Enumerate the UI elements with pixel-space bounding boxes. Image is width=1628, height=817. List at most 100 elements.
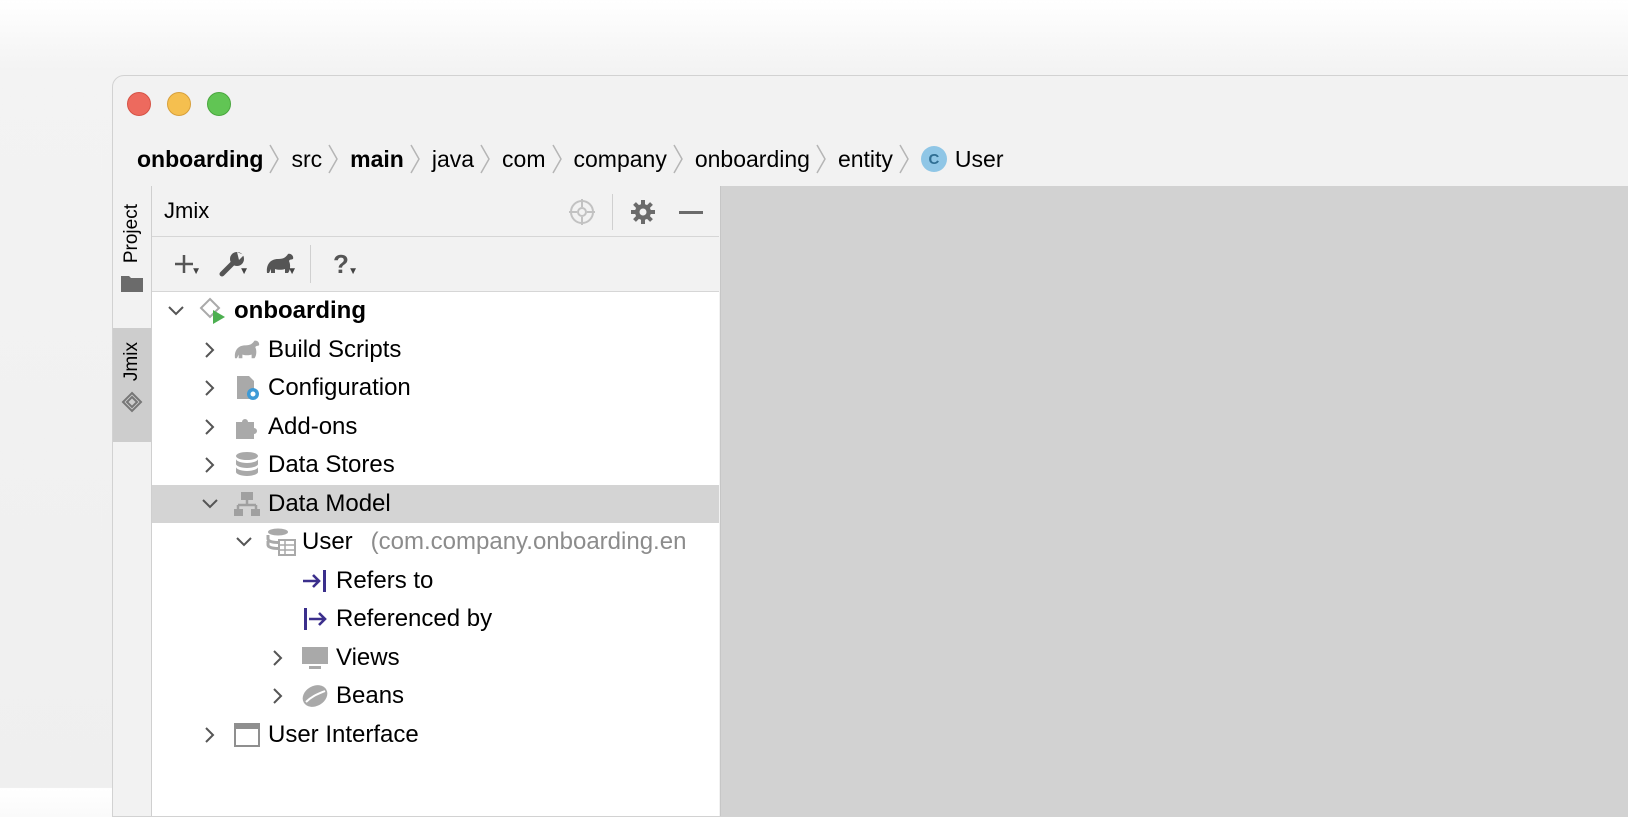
panel-header: Jmix [152,186,719,237]
breadcrumb-separator-icon [480,144,490,174]
configuration-icon [232,373,262,403]
tree-item-onboarding[interactable]: onboarding [152,292,719,331]
entity-package-label: (com.company.onboarding.en [370,528,687,556]
tree-label: Referenced by [336,605,493,633]
puzzle-icon [232,412,262,442]
breadcrumb-label: main [350,145,404,172]
chevron-down-icon[interactable] [166,301,186,321]
tree-label: User Interface [268,720,419,748]
folder-icon [121,276,143,293]
close-window-button[interactable] [127,92,151,116]
refers-to-icon [300,566,330,596]
tree-label: Views [336,643,400,671]
panel-toolbar: ▼ ▼ ▼ ? ▼ [152,237,719,292]
add-button[interactable]: ▼ [164,244,204,284]
breadcrumb-item[interactable]: src [291,143,350,175]
referenced-by-icon [300,604,330,634]
breadcrumb-label: User [954,145,1004,172]
tree-item-data-stores[interactable]: Data Stores [152,446,719,485]
project-tree: onboarding Build Scripts Configuration A… [152,292,719,754]
breadcrumb-separator-icon [328,144,339,174]
breadcrumb-label: entity [837,145,893,172]
class-icon: C [920,146,947,172]
window-icon [232,720,262,750]
tree-label: Beans [336,682,405,710]
chevron-right-icon[interactable] [268,648,288,668]
dropdown-arrow-icon: ▼ [348,266,358,277]
breadcrumb-label: com [502,145,546,172]
settings-button[interactable] [625,195,661,229]
breadcrumb-item[interactable]: com [502,143,573,175]
select-opened-file-button[interactable] [564,195,600,229]
chevron-right-icon[interactable] [200,417,220,437]
chevron-right-icon[interactable] [268,686,288,706]
editor-area[interactable] [720,186,1628,816]
tree-label: Refers to [336,566,434,594]
breadcrumb-separator-icon [269,144,280,174]
tree-item-data-model[interactable]: Data Model [152,484,719,523]
chevron-right-icon[interactable] [200,340,220,360]
tree-item-build-scripts[interactable]: Build Scripts [152,331,719,370]
gradle-button[interactable]: ▼ [260,244,300,284]
jmix-tool-window: Jmix ▼ ▼ ▼ ? ▼ onboarding Build Scripts … [152,186,719,816]
gear-icon [631,200,655,224]
window-controls [127,92,231,116]
tree-item-referenced-by[interactable]: Referenced by [152,600,719,639]
tree-label: Configuration [268,374,411,402]
tree-item-beans[interactable]: Beans [152,677,719,716]
breadcrumb-item[interactable]: onboarding [695,143,838,175]
tree-item-user-interface[interactable]: User Interface [152,716,719,755]
tree-item-refers-to[interactable]: Refers to [152,562,719,601]
zoom-window-button[interactable] [207,92,231,116]
breadcrumb-item[interactable]: company [574,143,695,175]
breadcrumb-separator-icon [816,144,826,174]
breadcrumb-item[interactable]: onboarding [137,143,291,175]
jmix-project-icon [198,296,228,326]
breadcrumb-item[interactable]: C User [920,145,1004,173]
chevron-right-icon[interactable] [200,378,220,398]
tree-label: Add-ons [268,412,358,440]
tree-item-add-ons[interactable]: Add-ons [152,408,719,447]
breadcrumb-separator-icon [410,144,420,174]
breadcrumb-separator-icon [899,144,909,174]
breadcrumb-separator-icon [551,144,562,174]
tab-jmix[interactable]: Jmix [113,328,151,442]
minimize-window-button[interactable] [167,92,191,116]
crosshair-icon [569,199,595,225]
tools-button[interactable]: ▼ [212,244,252,284]
chevron-down-icon[interactable] [234,532,254,552]
chevron-right-icon[interactable] [200,455,220,475]
tree-item-views[interactable]: Views [152,639,719,678]
breadcrumb-item[interactable]: java [432,143,502,175]
tree-item-user-entity[interactable]: User (com.company.onboarding.en [152,523,719,562]
tab-project[interactable]: Project [113,198,151,318]
chevron-down-icon[interactable] [200,494,220,514]
help-button[interactable]: ? ▼ [321,244,361,284]
tree-label: Build Scripts [268,335,402,363]
dropdown-arrow-icon: ▼ [191,266,201,277]
breadcrumb-label: src [291,145,323,172]
jmix-icon [121,391,143,413]
panel-title: Jmix [164,198,210,223]
tree-item-configuration[interactable]: Configuration [152,369,719,408]
dropdown-arrow-icon: ▼ [239,266,249,277]
divider [612,194,613,230]
tree-label: Data Stores [268,451,395,479]
breadcrumb-label: onboarding [137,145,264,172]
breadcrumb-item[interactable]: entity [838,143,921,175]
breadcrumb: onboarding src main java com company onb… [137,142,1003,176]
tree-label: Data Model [268,489,391,517]
bean-icon [300,681,330,711]
breadcrumb-item[interactable]: main [350,143,432,175]
ide-window: onboarding src main java com company onb… [112,75,1628,817]
database-icon [232,450,262,480]
data-model-icon [232,489,262,519]
gradle-icon [232,335,262,365]
chevron-right-icon[interactable] [200,725,220,745]
tree-label: User [302,528,353,556]
hide-panel-button[interactable] [673,195,709,229]
breadcrumb-label: onboarding [694,145,810,172]
breadcrumb-label: company [573,145,667,172]
